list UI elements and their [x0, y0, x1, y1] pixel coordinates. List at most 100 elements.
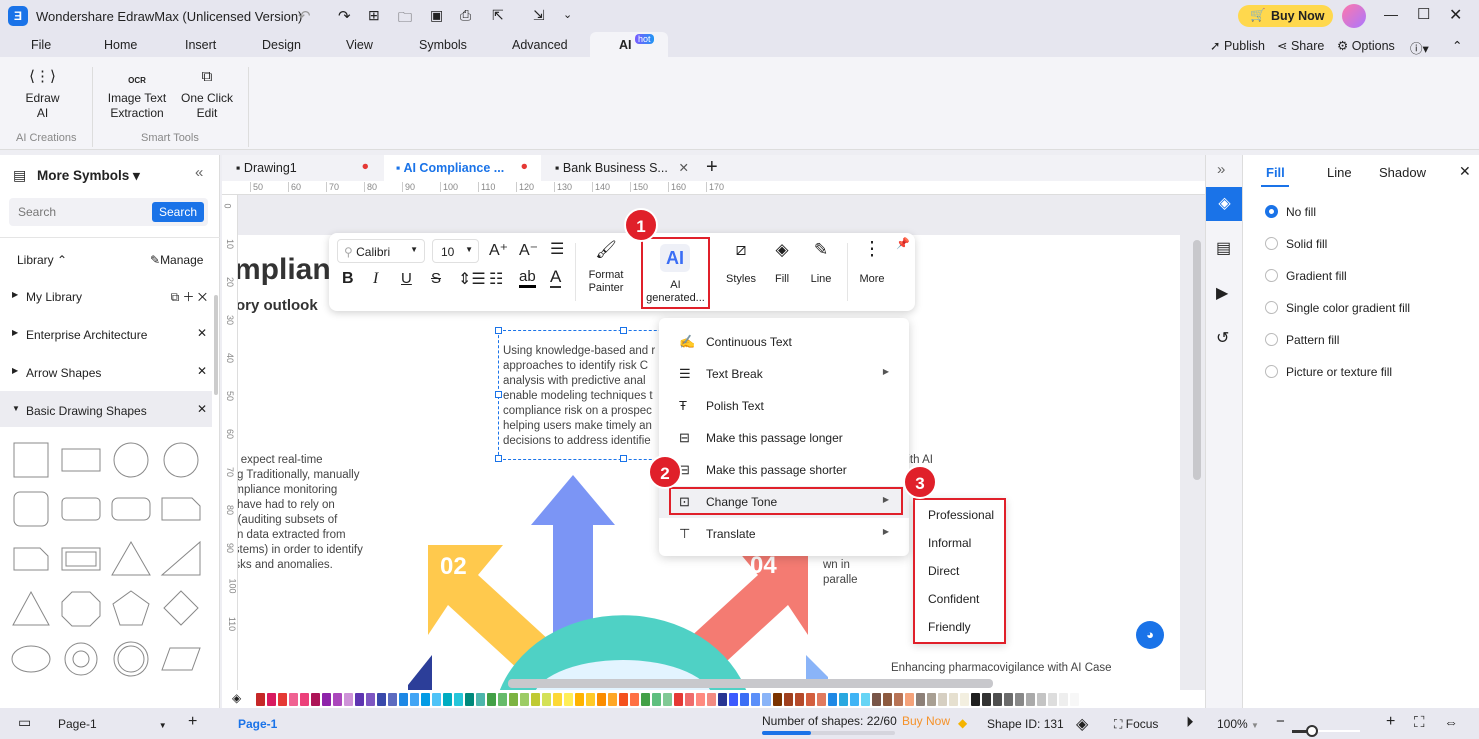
color-swatch[interactable] — [608, 692, 617, 706]
color-swatch[interactable] — [916, 692, 925, 706]
color-swatch[interactable] — [674, 692, 683, 706]
fill-option[interactable]: Solid fill — [1265, 237, 1327, 251]
more-dropdown-icon[interactable]: ⌄ — [563, 8, 572, 21]
collapse-panel-icon[interactable]: « — [195, 164, 203, 181]
italic-icon[interactable]: I — [373, 270, 378, 288]
color-swatch[interactable] — [762, 692, 771, 706]
color-swatch[interactable] — [619, 692, 628, 706]
color-swatch[interactable] — [1048, 692, 1057, 706]
focus-button[interactable]: ⛶ Focus — [1114, 717, 1158, 732]
color-swatch[interactable] — [443, 692, 452, 706]
color-swatch[interactable] — [707, 692, 716, 706]
page-tab[interactable]: Page-1 — [238, 717, 277, 731]
color-swatch[interactable] — [278, 692, 287, 706]
color-swatch[interactable] — [938, 692, 947, 706]
color-swatch[interactable] — [377, 692, 386, 706]
fullscreen-icon[interactable]: ⛶ — [1414, 714, 1425, 731]
color-swatch[interactable] — [850, 692, 859, 706]
color-swatch[interactable] — [663, 692, 672, 706]
library-item-my-library[interactable]: ▶ My Library ⧉ ＋ ✕ — [0, 277, 212, 313]
color-swatch[interactable] — [465, 692, 474, 706]
page-view-icon[interactable]: ▭ — [18, 714, 31, 731]
color-swatch[interactable] — [575, 692, 584, 706]
color-swatch[interactable] — [476, 692, 485, 706]
color-swatch[interactable] — [960, 692, 969, 706]
color-swatch[interactable] — [652, 692, 661, 706]
color-swatch[interactable] — [949, 692, 958, 706]
color-swatch[interactable] — [498, 692, 507, 706]
zoom-slider[interactable] — [1292, 725, 1360, 737]
library-actions[interactable]: ⧉ ＋ ✕ — [171, 288, 207, 305]
expand-panel-icon[interactable]: » — [1217, 161, 1225, 178]
color-swatch[interactable] — [696, 692, 705, 706]
options-button[interactable]: ⚙ Options — [1337, 38, 1395, 53]
one-click-edit-button[interactable]: ⧉ One Click Edit — [178, 69, 236, 121]
color-swatch[interactable] — [927, 692, 936, 706]
menu-item-make-this-passage-shorter[interactable]: ⊟ Make this passage shorter — [659, 454, 909, 486]
menu-insert[interactable]: Insert — [185, 38, 216, 52]
color-swatch[interactable] — [1037, 692, 1046, 706]
add-tab-button[interactable]: + — [706, 156, 718, 179]
underline-icon[interactable]: U — [401, 270, 412, 287]
radio-button[interactable] — [1265, 333, 1278, 346]
color-swatch[interactable] — [784, 692, 793, 706]
avatar[interactable] — [1342, 4, 1366, 28]
menu-symbols[interactable]: Symbols — [419, 38, 467, 52]
close-button[interactable]: ✕ — [1449, 5, 1462, 25]
color-swatch[interactable] — [806, 692, 815, 706]
library-label[interactable]: Library ⌃ — [17, 253, 67, 267]
close-icon[interactable]: ✕ — [197, 364, 207, 378]
color-swatch[interactable] — [509, 692, 518, 706]
maximize-button[interactable]: ☐ — [1417, 5, 1430, 23]
library-item-enterprise-architecture[interactable]: ▶ Enterprise Architecture ✕ — [0, 315, 212, 351]
color-swatch[interactable] — [751, 692, 760, 706]
color-swatch[interactable] — [366, 692, 375, 706]
page-properties-icon[interactable]: ▤ — [1216, 238, 1231, 258]
fill-option[interactable]: Single color gradient fill — [1265, 301, 1410, 315]
format-painter-button[interactable]: 🖌 Format Painter — [583, 241, 629, 295]
page-select[interactable]: Page-1 ▼ — [58, 717, 167, 731]
fill-option[interactable]: Gradient fill — [1265, 269, 1347, 283]
tone-option-informal[interactable]: Informal — [928, 536, 971, 550]
share-button[interactable]: ⋖ Share — [1277, 38, 1324, 53]
radio-button[interactable] — [1265, 205, 1278, 218]
fit-width-icon[interactable]: ⇔ — [1444, 714, 1458, 730]
color-swatch[interactable] — [905, 692, 914, 706]
menu-view[interactable]: View — [346, 38, 373, 52]
color-swatch[interactable] — [322, 692, 331, 706]
color-swatch[interactable] — [355, 692, 364, 706]
collapse-ribbon-icon[interactable]: ⌃ — [1452, 38, 1462, 53]
color-swatch[interactable] — [993, 692, 1002, 706]
tab-line[interactable]: Line — [1327, 165, 1352, 180]
color-swatch[interactable] — [597, 692, 606, 706]
font-family-select[interactable]: ⚲ Calibri ▼ — [337, 239, 425, 263]
color-swatch[interactable] — [432, 692, 441, 706]
line-button[interactable]: ✎ Line — [806, 241, 836, 286]
close-panel-icon[interactable]: ✕ — [1459, 163, 1471, 180]
tone-option-professional[interactable]: Professional — [928, 508, 994, 522]
zoom-in-button[interactable]: + — [1386, 713, 1395, 731]
layers-icon[interactable]: ◈ — [1076, 714, 1088, 734]
color-swatch[interactable] — [740, 692, 749, 706]
zoom-out-button[interactable]: − — [1276, 713, 1285, 730]
color-swatch[interactable] — [1059, 692, 1068, 706]
library-item-basic-drawing-shapes[interactable]: ▼ Basic Drawing Shapes ✕ — [0, 391, 212, 427]
minimize-button[interactable]: — — [1384, 6, 1398, 22]
search-button[interactable]: Search — [151, 202, 204, 222]
more-symbols-dropdown[interactable]: More Symbols ▾ — [37, 168, 140, 184]
color-swatch[interactable] — [630, 692, 639, 706]
bottom-text[interactable]: Enhancing pharmacovigilance with AI Case — [891, 661, 1112, 676]
menu-item-polish-text[interactable]: Ŧ Polish Text — [659, 390, 909, 422]
increase-font-icon[interactable]: A⁺ — [489, 240, 508, 260]
tab-ai-compliance[interactable]: ▪ AI Compliance ... ● — [384, 155, 541, 181]
fill-option[interactable]: Picture or texture fill — [1265, 365, 1392, 379]
export-icon[interactable]: ⇱ — [492, 7, 504, 24]
color-swatch[interactable] — [333, 692, 342, 706]
color-swatch[interactable] — [454, 692, 463, 706]
color-swatch[interactable] — [289, 692, 298, 706]
tab-fill[interactable]: Fill — [1266, 165, 1285, 180]
tab-drawing1[interactable]: ▪ Drawing1 ● — [222, 155, 382, 181]
color-swatch[interactable] — [861, 692, 870, 706]
radio-button[interactable] — [1265, 237, 1278, 250]
color-swatch[interactable] — [828, 692, 837, 706]
